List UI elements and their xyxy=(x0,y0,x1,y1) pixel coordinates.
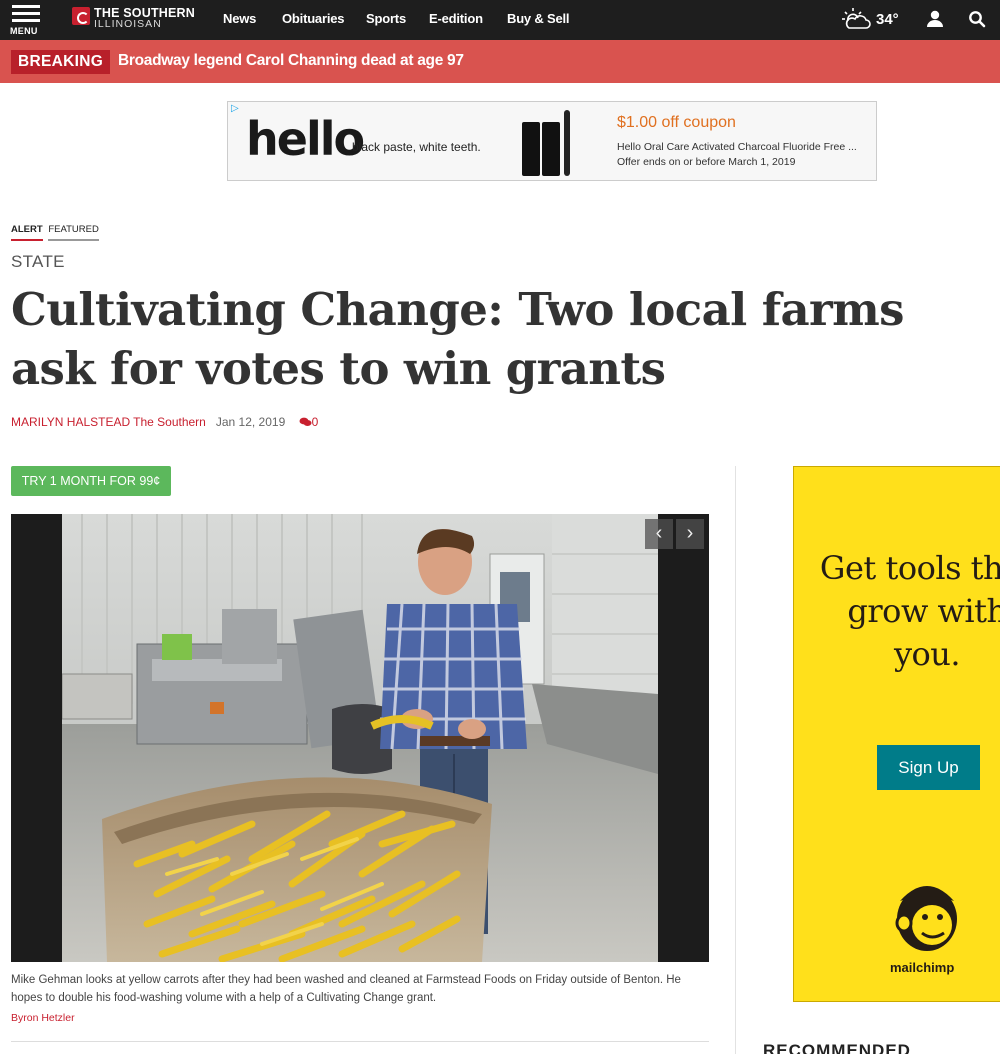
sidebar-ad[interactable]: Get tools that grow with you. Sign Up ma… xyxy=(793,466,1000,1002)
divider xyxy=(11,1041,709,1042)
column-divider xyxy=(735,466,736,1054)
nav-link-obituaries[interactable]: Obituaries xyxy=(282,11,344,26)
featured-flag: FEATURED xyxy=(48,224,99,241)
top-navigation-bar: MENU THE SOUTHERN ILLINOISAN News Obitua… xyxy=(0,0,1000,40)
partly-cloudy-icon xyxy=(842,8,871,29)
gallery-prev-button[interactable]: ‹ xyxy=(645,519,673,549)
breaking-headline[interactable]: Broadway legend Carol Channing dead at a… xyxy=(118,52,464,70)
ad-choices-icon[interactable]: ▷ xyxy=(231,103,239,114)
ad-tagline: black paste, white teeth. xyxy=(352,140,481,154)
logo-line-2: ILLINOISAN xyxy=(94,18,162,30)
nav-link-sports[interactable]: Sports xyxy=(366,11,406,26)
article-photo-gallery[interactable]: ‹ › xyxy=(11,514,709,962)
comments-link[interactable]: 0 xyxy=(295,415,318,429)
photo-caption: Mike Gehman looks at yellow carrots afte… xyxy=(11,974,681,1004)
user-icon[interactable] xyxy=(926,10,944,28)
breaking-news-bar[interactable]: BREAKING Broadway legend Carol Channing … xyxy=(0,40,1000,83)
article-flags: ALERT FEATURED xyxy=(11,224,99,241)
ad-expiry: Offer ends on or before March 1, 2019 xyxy=(617,156,796,168)
search-icon[interactable] xyxy=(968,10,986,28)
author-link[interactable]: MARILYN HALSTEAD xyxy=(11,415,130,429)
nav-link-e-edition[interactable]: E-edition xyxy=(429,11,483,26)
byline: MARILYN HALSTEAD The Southern Jan 12, 2019… xyxy=(11,415,318,429)
subscribe-button[interactable]: TRY 1 MONTH FOR 99¢ xyxy=(11,466,171,496)
ad-description: Hello Oral Care Activated Charcoal Fluor… xyxy=(617,141,857,153)
publish-date: Jan 12, 2019 xyxy=(215,415,286,429)
article-photo xyxy=(62,514,658,962)
ad-offer: $1.00 off coupon xyxy=(617,114,736,131)
recommended-heading: RECOMMENDED xyxy=(763,1041,911,1054)
menu-label: MENU xyxy=(10,26,38,36)
toothpaste-product-image xyxy=(520,108,572,176)
gallery-next-button[interactable]: › xyxy=(676,519,704,549)
temperature: 34° xyxy=(876,11,899,28)
sidebar-ad-headline: Get tools that grow with you. xyxy=(819,549,1000,673)
breaking-label: BREAKING xyxy=(11,50,111,74)
alert-flag: ALERT xyxy=(11,224,43,241)
menu-button[interactable]: MENU xyxy=(10,2,44,38)
section-label[interactable]: STATE xyxy=(11,252,65,272)
nav-link-buy-sell[interactable]: Buy & Sell xyxy=(507,11,569,26)
nav-link-news[interactable]: News xyxy=(223,11,256,26)
publication-name: The Southern xyxy=(133,415,206,429)
logo-mark-icon xyxy=(72,7,90,25)
hamburger-icon xyxy=(12,5,40,26)
ad-brand-logo: hello xyxy=(246,112,365,166)
sign-up-button[interactable]: Sign Up xyxy=(877,745,980,790)
comments-icon xyxy=(299,417,312,426)
mailchimp-logo-icon xyxy=(895,886,957,951)
article-title: Cultivating Change: Two local farms ask … xyxy=(11,283,904,395)
top-banner-ad[interactable]: ▷ hello black paste, white teeth. $1.00 … xyxy=(227,101,877,181)
sidebar-ad-brand: mailchimp xyxy=(890,960,955,975)
comment-count: 0 xyxy=(311,415,319,429)
photo-credit[interactable]: Byron Hetzler xyxy=(11,1012,75,1024)
